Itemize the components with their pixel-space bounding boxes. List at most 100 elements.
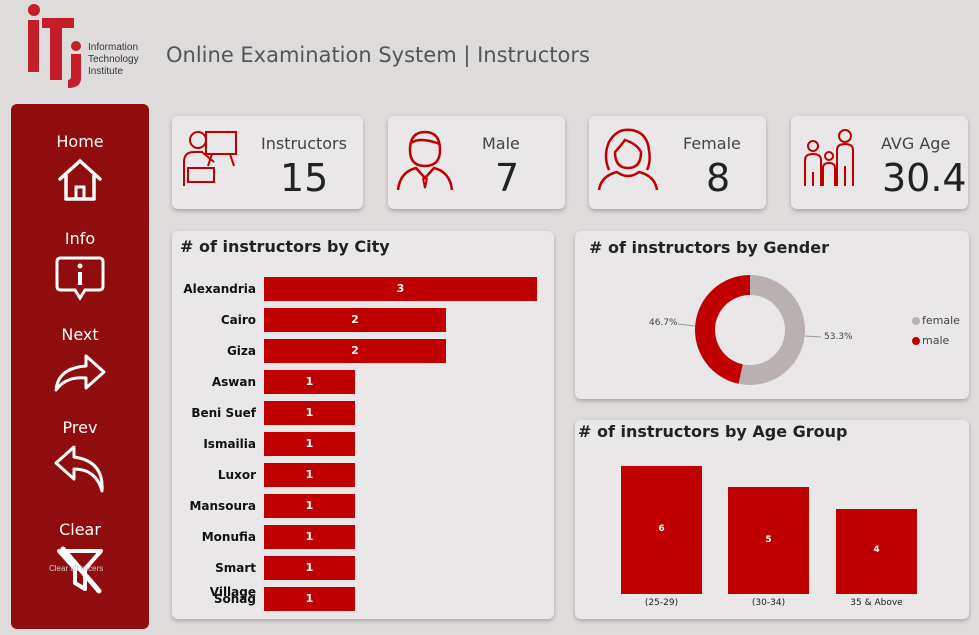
kpi-female-card: Female 8 bbox=[589, 116, 766, 209]
nav-next-button[interactable]: Next bbox=[11, 325, 149, 394]
age-bar[interactable]: 5 bbox=[728, 487, 809, 594]
city-bar-value: 1 bbox=[305, 530, 314, 543]
age-bar[interactable]: 4 bbox=[836, 508, 917, 594]
nav-next-label: Next bbox=[61, 325, 99, 344]
city-bar-row[interactable]: Giza 2 bbox=[172, 339, 446, 363]
female-icon bbox=[597, 128, 659, 191]
city-bar[interactable]: 1 bbox=[264, 432, 355, 456]
city-bar[interactable]: 1 bbox=[264, 494, 355, 518]
city-tick-label: Cairo bbox=[220, 313, 256, 327]
city-bar-row[interactable]: Beni Suef 1 bbox=[172, 401, 355, 425]
kpi-instructors-value: 15 bbox=[280, 156, 329, 200]
city-tick-label: Mansoura bbox=[189, 499, 256, 513]
gender-chart-panel: # of instructors by Gender 46.7% 53.3% f… bbox=[575, 231, 969, 399]
city-bar-row[interactable]: Monufia 1 bbox=[172, 525, 355, 549]
age-tick-label: (25-29) bbox=[644, 598, 679, 608]
city-bar-value: 1 bbox=[305, 468, 314, 481]
legend-female[interactable]: female bbox=[912, 314, 960, 327]
city-tick-label: Aswan bbox=[211, 375, 256, 389]
city-bar-value: 1 bbox=[305, 437, 314, 450]
male-icon bbox=[396, 130, 454, 191]
city-bar[interactable]: 1 bbox=[264, 370, 355, 394]
sidebar-nav: Home Info Next Prev Clear Clear all slic… bbox=[11, 104, 149, 629]
legend-male-dot bbox=[912, 337, 920, 345]
nav-prev-label: Prev bbox=[62, 418, 98, 437]
logo-text: Information Technology Institute bbox=[88, 42, 139, 77]
city-bar-row[interactable]: Ismailia 1 bbox=[172, 432, 355, 456]
city-tick-label: Ismailia bbox=[203, 437, 256, 451]
nav-info-button[interactable]: Info bbox=[11, 229, 149, 302]
kpi-female-value: 8 bbox=[706, 156, 731, 200]
legend-male[interactable]: male bbox=[912, 334, 949, 347]
city-tick-label: Beni Suef bbox=[191, 406, 256, 420]
age-bar-value: 6 bbox=[658, 524, 665, 534]
reply-arrow-icon bbox=[54, 445, 104, 493]
city-bar-row[interactable]: Alexandria 3 bbox=[172, 277, 537, 301]
city-bar-value: 2 bbox=[351, 344, 359, 357]
city-bar-value: 1 bbox=[305, 592, 314, 605]
city-bar-row[interactable]: Luxor 1 bbox=[172, 463, 355, 487]
iti-logo-mark bbox=[28, 4, 81, 88]
page-title: Online Examination System | Instructors bbox=[166, 43, 590, 67]
city-bar-value: 1 bbox=[305, 499, 314, 512]
city-bar-value: 1 bbox=[305, 375, 314, 388]
city-tick-label: Alexandria bbox=[183, 282, 256, 296]
city-bar[interactable]: 2 bbox=[264, 339, 446, 363]
male-pct-label: 46.7% bbox=[649, 318, 678, 328]
nav-clear-button[interactable]: Clear bbox=[11, 520, 149, 595]
age-tick-label: 35 & Above bbox=[850, 598, 903, 608]
teacher-icon bbox=[183, 131, 237, 186]
kpi-instructors-label: Instructors bbox=[261, 134, 347, 153]
city-bar-value: 2 bbox=[351, 313, 359, 326]
iti-logo: Information Technology Institute bbox=[24, 2, 154, 88]
age-bar[interactable]: 6 bbox=[621, 466, 702, 594]
city-bar-row[interactable]: Sohag 1 bbox=[172, 587, 355, 611]
legend-female-dot bbox=[912, 317, 920, 325]
home-icon bbox=[58, 159, 102, 201]
age-chart-title: # of instructors by Age Group bbox=[578, 422, 848, 441]
gender-donut-chart bbox=[677, 275, 822, 385]
kpi-instructors-card: Instructors 15 bbox=[172, 116, 363, 209]
city-tick-label: Giza bbox=[226, 344, 256, 358]
city-tick-label: Monufia bbox=[201, 530, 256, 544]
city-bar-value: 1 bbox=[305, 561, 314, 574]
donut-slice-male[interactable] bbox=[695, 275, 750, 384]
nav-prev-button[interactable]: Prev bbox=[11, 418, 149, 495]
female-leader-line bbox=[804, 335, 822, 338]
city-bar-row[interactable]: Cairo 2 bbox=[172, 308, 446, 332]
kpi-female-label: Female bbox=[683, 134, 741, 153]
family-icon bbox=[804, 129, 854, 186]
city-bar[interactable]: 1 bbox=[264, 525, 355, 549]
city-tick-label: Sohag bbox=[213, 592, 256, 606]
clear-slicers-tooltip: Clear all slicers bbox=[49, 564, 104, 573]
forward-arrow-icon bbox=[54, 354, 106, 392]
nav-info-label: Info bbox=[64, 229, 96, 248]
city-bar-value: 3 bbox=[396, 282, 405, 295]
age-bar-value: 4 bbox=[873, 545, 880, 556]
kpi-male-value: 7 bbox=[495, 156, 520, 200]
age-tick-label: (30-34) bbox=[751, 598, 786, 608]
city-bar-row[interactable]: Aswan 1 bbox=[172, 370, 355, 394]
legend-male-label: male bbox=[922, 334, 950, 347]
legend-female-label: female bbox=[922, 314, 960, 327]
city-bar[interactable]: 1 bbox=[264, 463, 355, 487]
nav-home-label: Home bbox=[56, 132, 104, 151]
male-leader-line bbox=[677, 323, 696, 327]
age-chart-panel: # of instructors by Age Group 6 (25-29) 5 (… bbox=[575, 420, 969, 619]
city-bar[interactable]: 1 bbox=[264, 587, 355, 611]
city-bar-row[interactable]: Mansoura 1 bbox=[172, 494, 355, 518]
age-bar-value: 5 bbox=[765, 534, 772, 545]
city-bar[interactable]: 1 bbox=[264, 401, 355, 425]
female-pct-label: 53.3% bbox=[824, 332, 853, 342]
nav-home-button[interactable]: Home bbox=[11, 132, 149, 203]
city-chart-panel: # of instructors by City Alexandria 3 Cair… bbox=[172, 231, 554, 619]
city-bar[interactable]: 3 bbox=[264, 277, 537, 301]
city-bar[interactable]: 1 bbox=[264, 556, 355, 580]
kpi-male-label: Male bbox=[482, 134, 520, 153]
city-bar-value: 1 bbox=[305, 406, 314, 419]
kpi-avg-age-label: AVG Age bbox=[881, 134, 951, 153]
city-bar-row[interactable]: Smart Village 1 bbox=[172, 556, 355, 599]
info-icon bbox=[55, 256, 105, 301]
city-bar[interactable]: 2 bbox=[264, 308, 446, 332]
kpi-male-card: Male 7 bbox=[388, 116, 565, 209]
